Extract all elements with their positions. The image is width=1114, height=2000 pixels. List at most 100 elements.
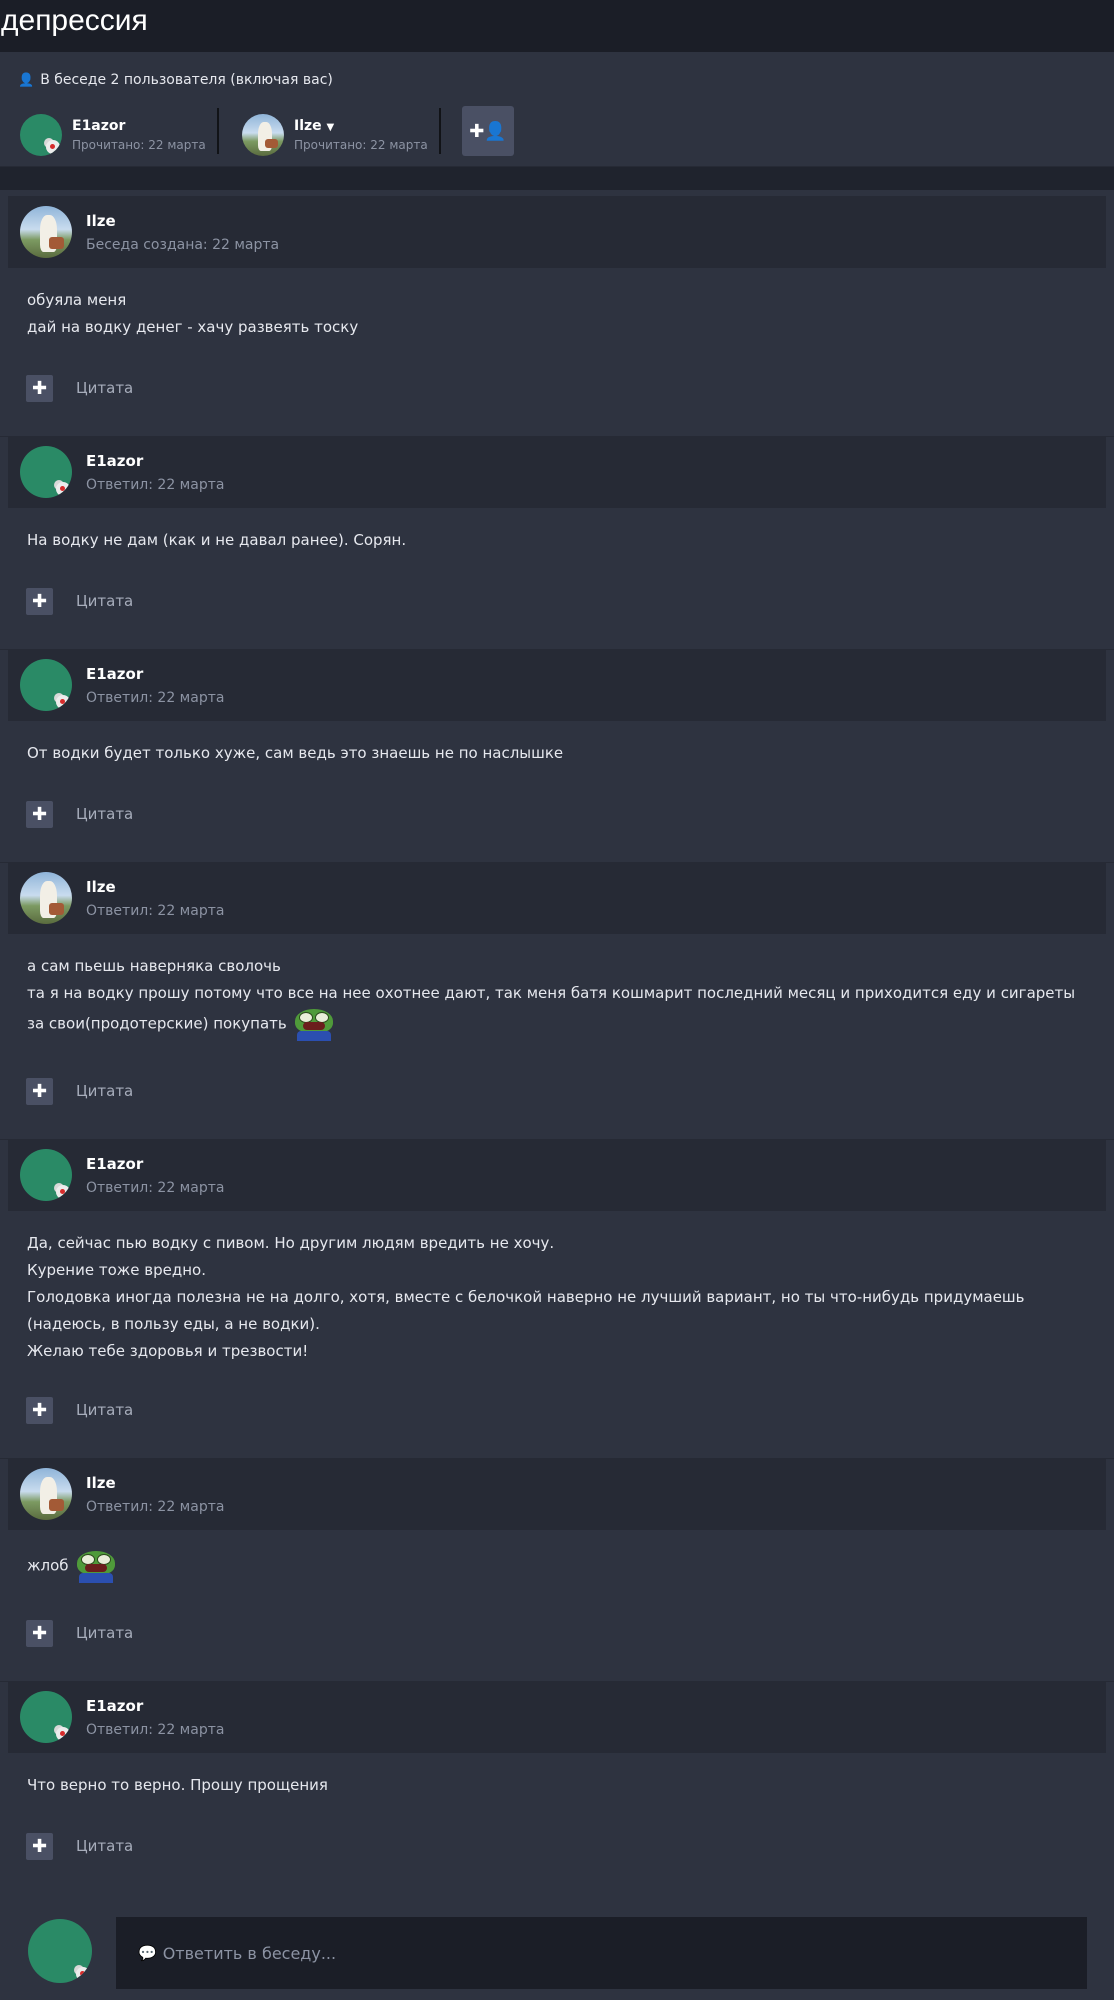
post-text: дай на водку денег - хачу развеять тоску xyxy=(27,318,359,336)
multiquote-button[interactable]: ✚ xyxy=(26,587,53,615)
post-actions: ✚ Цитата xyxy=(26,800,133,828)
post-text: Голодовка иногда полезна не на долго, хо… xyxy=(27,1288,1025,1333)
plus-icon: ✚ xyxy=(31,1622,48,1644)
plus-icon: ✚ xyxy=(31,803,48,825)
participant-name[interactable]: E1azor xyxy=(72,118,206,134)
reply-input[interactable]: 💬 Ответить в беседу... xyxy=(116,1917,1087,1989)
avatar[interactable] xyxy=(20,1468,72,1520)
post-date: Ответил: 22 марта xyxy=(86,689,225,706)
post-author[interactable]: E1azor xyxy=(86,452,224,470)
plus-icon: ✚ xyxy=(31,377,48,399)
avatar[interactable] xyxy=(20,1691,72,1743)
post-actions: ✚ Цитата xyxy=(26,1619,133,1647)
quote-link[interactable]: Цитата xyxy=(76,379,133,397)
plus-icon: ✚ xyxy=(31,1080,48,1102)
avatar[interactable] xyxy=(20,1149,72,1201)
participants-count-text: В беседе 2 пользователя (включая вас) xyxy=(40,72,333,88)
post-header: Ilze Ответил: 22 марта xyxy=(8,862,1106,934)
user-icon: 👤 xyxy=(18,73,35,88)
post-text: Да, сейчас пью водку с пивом. Но другим … xyxy=(27,1234,555,1252)
post-actions: ✚ Цитата xyxy=(26,1077,133,1105)
post-content: От водки будет только хуже, сам ведь это… xyxy=(8,721,1106,767)
post-content: а сам пьешь наверняка сволочь та я на во… xyxy=(8,934,1106,1041)
post-author[interactable]: Ilze xyxy=(86,1474,224,1492)
participant-divider xyxy=(217,108,219,154)
post-date: Ответил: 22 марта xyxy=(86,1498,225,1515)
post-header: Ilze Ответил: 22 марта xyxy=(8,1458,1106,1530)
post-content: На водку не дам (как и не давал ранее). … xyxy=(8,508,1106,554)
post-actions: ✚ Цитата xyxy=(26,1396,133,1424)
quote-link[interactable]: Цитата xyxy=(76,1082,133,1100)
reply-avatar xyxy=(28,1919,92,1983)
post-author[interactable]: E1azor xyxy=(86,1697,224,1715)
avatar[interactable] xyxy=(20,872,72,924)
post-text: обуяла меня xyxy=(27,291,127,309)
add-participant-button[interactable]: ✚👤 xyxy=(462,106,514,156)
message-post: E1azor Ответил: 22 марта На водку не дам… xyxy=(8,436,1106,648)
caret-down-icon[interactable]: ▼ xyxy=(327,122,335,133)
quote-link[interactable]: Цитата xyxy=(76,805,133,823)
post-text: Что верно то верно. Прошу прощения xyxy=(27,1776,328,1794)
post-text: а сам пьешь наверняка сволочь xyxy=(27,957,281,975)
post-header: Ilze Беседа создана: 22 марта xyxy=(8,196,1106,268)
post-author[interactable]: E1azor xyxy=(86,1155,224,1173)
quote-link[interactable]: Цитата xyxy=(76,1837,133,1855)
avatar xyxy=(28,1919,92,1983)
participant-read-status: Прочитано: 22 марта xyxy=(294,138,428,152)
add-user-icon: ✚👤 xyxy=(469,120,507,142)
post-text: От водки будет только хуже, сам ведь это… xyxy=(27,744,564,762)
quote-link[interactable]: Цитата xyxy=(76,592,133,610)
plus-icon: ✚ xyxy=(31,1399,48,1421)
plus-icon: ✚ xyxy=(31,590,48,612)
post-text-line: жлоб xyxy=(27,1556,69,1575)
message-post: E1azor Ответил: 22 марта От водки будет … xyxy=(8,649,1106,862)
avatar[interactable] xyxy=(20,114,62,156)
post-content: Да, сейчас пью водку с пивом. Но другим … xyxy=(8,1211,1106,1365)
post-content: жлоб xyxy=(8,1530,1106,1583)
reply-placeholder: Ответить в беседу... xyxy=(162,1943,337,1963)
pepe-emoji-icon xyxy=(291,1007,337,1041)
multiquote-button[interactable]: ✚ xyxy=(26,1077,53,1105)
post-date: Ответил: 22 марта xyxy=(86,476,225,493)
multiquote-button[interactable]: ✚ xyxy=(26,800,53,828)
post-actions: ✚ Цитата xyxy=(26,587,133,615)
post-actions: ✚ Цитата xyxy=(26,1832,133,1860)
avatar[interactable] xyxy=(20,206,72,258)
multiquote-button[interactable]: ✚ xyxy=(26,1619,53,1647)
message-post: Ilze Ответил: 22 марта а сам пьешь навер… xyxy=(8,862,1106,1139)
post-date: Ответил: 22 марта xyxy=(86,1721,225,1738)
post-actions: ✚ Цитата xyxy=(26,374,133,402)
post-text: На водку не дам (как и не давал ранее). … xyxy=(27,531,407,549)
quote-link[interactable]: Цитата xyxy=(76,1401,133,1419)
post-content: Что верно то верно. Прошу прощения xyxy=(8,1753,1106,1799)
message-post: E1azor Ответил: 22 марта Что верно то ве… xyxy=(8,1681,1106,1894)
post-text: жлоб xyxy=(27,1549,1088,1583)
post-header: E1azor Ответил: 22 марта xyxy=(8,1681,1106,1753)
avatar[interactable] xyxy=(242,114,284,156)
participant-e1azor[interactable]: E1azor Прочитано: 22 марта xyxy=(20,110,206,160)
post-text-line: та я на водку прошу потому что все на не… xyxy=(27,984,1076,1033)
participant-ilze[interactable]: Ilze ▼ Прочитано: 22 марта xyxy=(242,110,428,160)
multiquote-button[interactable]: ✚ xyxy=(26,1396,53,1424)
quote-link[interactable]: Цитата xyxy=(76,1624,133,1642)
avatar[interactable] xyxy=(20,659,72,711)
post-author[interactable]: Ilze xyxy=(86,878,224,896)
page-title: депрессия xyxy=(0,0,1114,52)
multiquote-button[interactable]: ✚ xyxy=(26,374,53,402)
post-author[interactable]: Ilze xyxy=(86,212,279,230)
post-header: E1azor Ответил: 22 марта xyxy=(8,1139,1106,1211)
post-date: Ответил: 22 марта xyxy=(86,902,225,919)
participant-read-status: Прочитано: 22 марта xyxy=(72,138,206,152)
comment-icon: 💬 xyxy=(138,1944,157,1962)
post-text: Курение тоже вредно. xyxy=(27,1261,206,1279)
avatar[interactable] xyxy=(20,446,72,498)
participant-name[interactable]: Ilze xyxy=(294,118,322,134)
pepe-emoji-icon xyxy=(73,1549,119,1583)
message-post: E1azor Ответил: 22 марта Да, сейчас пью … xyxy=(8,1139,1106,1458)
message-post: Ilze Беседа создана: 22 марта обуяла мен… xyxy=(8,196,1106,436)
multiquote-button[interactable]: ✚ xyxy=(26,1832,53,1860)
post-content: обуяла меня дай на водку денег - хачу ра… xyxy=(8,268,1106,341)
participant-name-menu[interactable]: Ilze ▼ xyxy=(294,118,428,134)
post-header: E1azor Ответил: 22 марта xyxy=(8,436,1106,508)
post-author[interactable]: E1azor xyxy=(86,665,224,683)
